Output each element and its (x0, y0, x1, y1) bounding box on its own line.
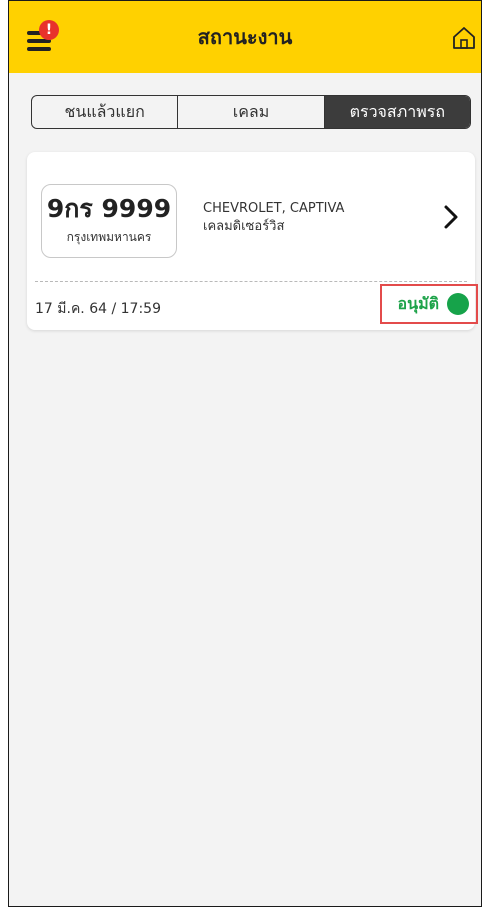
job-datetime: 17 มี.ค. 64 / 17:59 (35, 301, 161, 317)
home-button[interactable] (451, 25, 477, 51)
card-divider (35, 281, 467, 282)
vehicle-model: CHEVROLET, CAPTIVA (203, 201, 345, 216)
job-card[interactable]: 9กร 9999 กรุงเทพมหานคร CHEVROLET, CAPTIV… (27, 152, 478, 330)
plate-province: กรุงเทพมหานคร (66, 230, 152, 245)
menu-button[interactable]: ! (23, 19, 63, 59)
chevron-right-icon[interactable] (441, 204, 461, 230)
status-dot-icon (447, 293, 469, 315)
page-title: สถานะงาน (197, 25, 293, 49)
notification-badge: ! (39, 20, 59, 40)
status-badge: อนุมัติ (380, 284, 478, 324)
tab-claim[interactable]: เคลม (178, 96, 325, 128)
job-type-tabs: ชนแล้วแยก เคลม ตรวจสภาพรถ (31, 95, 471, 129)
vehicle-info: CHEVROLET, CAPTIVA เคลมดิเซอร์วิส (203, 200, 344, 236)
service-name: เคลมดิเซอร์วิส (203, 219, 285, 234)
tab-collision[interactable]: ชนแล้วแยก (32, 96, 179, 128)
app-header: ! สถานะงาน (9, 1, 481, 73)
plate-number: 9กร 9999 (46, 193, 172, 223)
app-screen: ! สถานะงาน ชนแล้วแยก เคลม ตรวจสภาพรถ 9กร… (8, 0, 482, 907)
status-label: อนุมัติ (397, 293, 439, 313)
license-plate: 9กร 9999 กรุงเทพมหานคร (41, 184, 177, 258)
home-icon (453, 27, 475, 49)
tab-vehicle-inspection[interactable]: ตรวจสภาพรถ (324, 96, 470, 128)
